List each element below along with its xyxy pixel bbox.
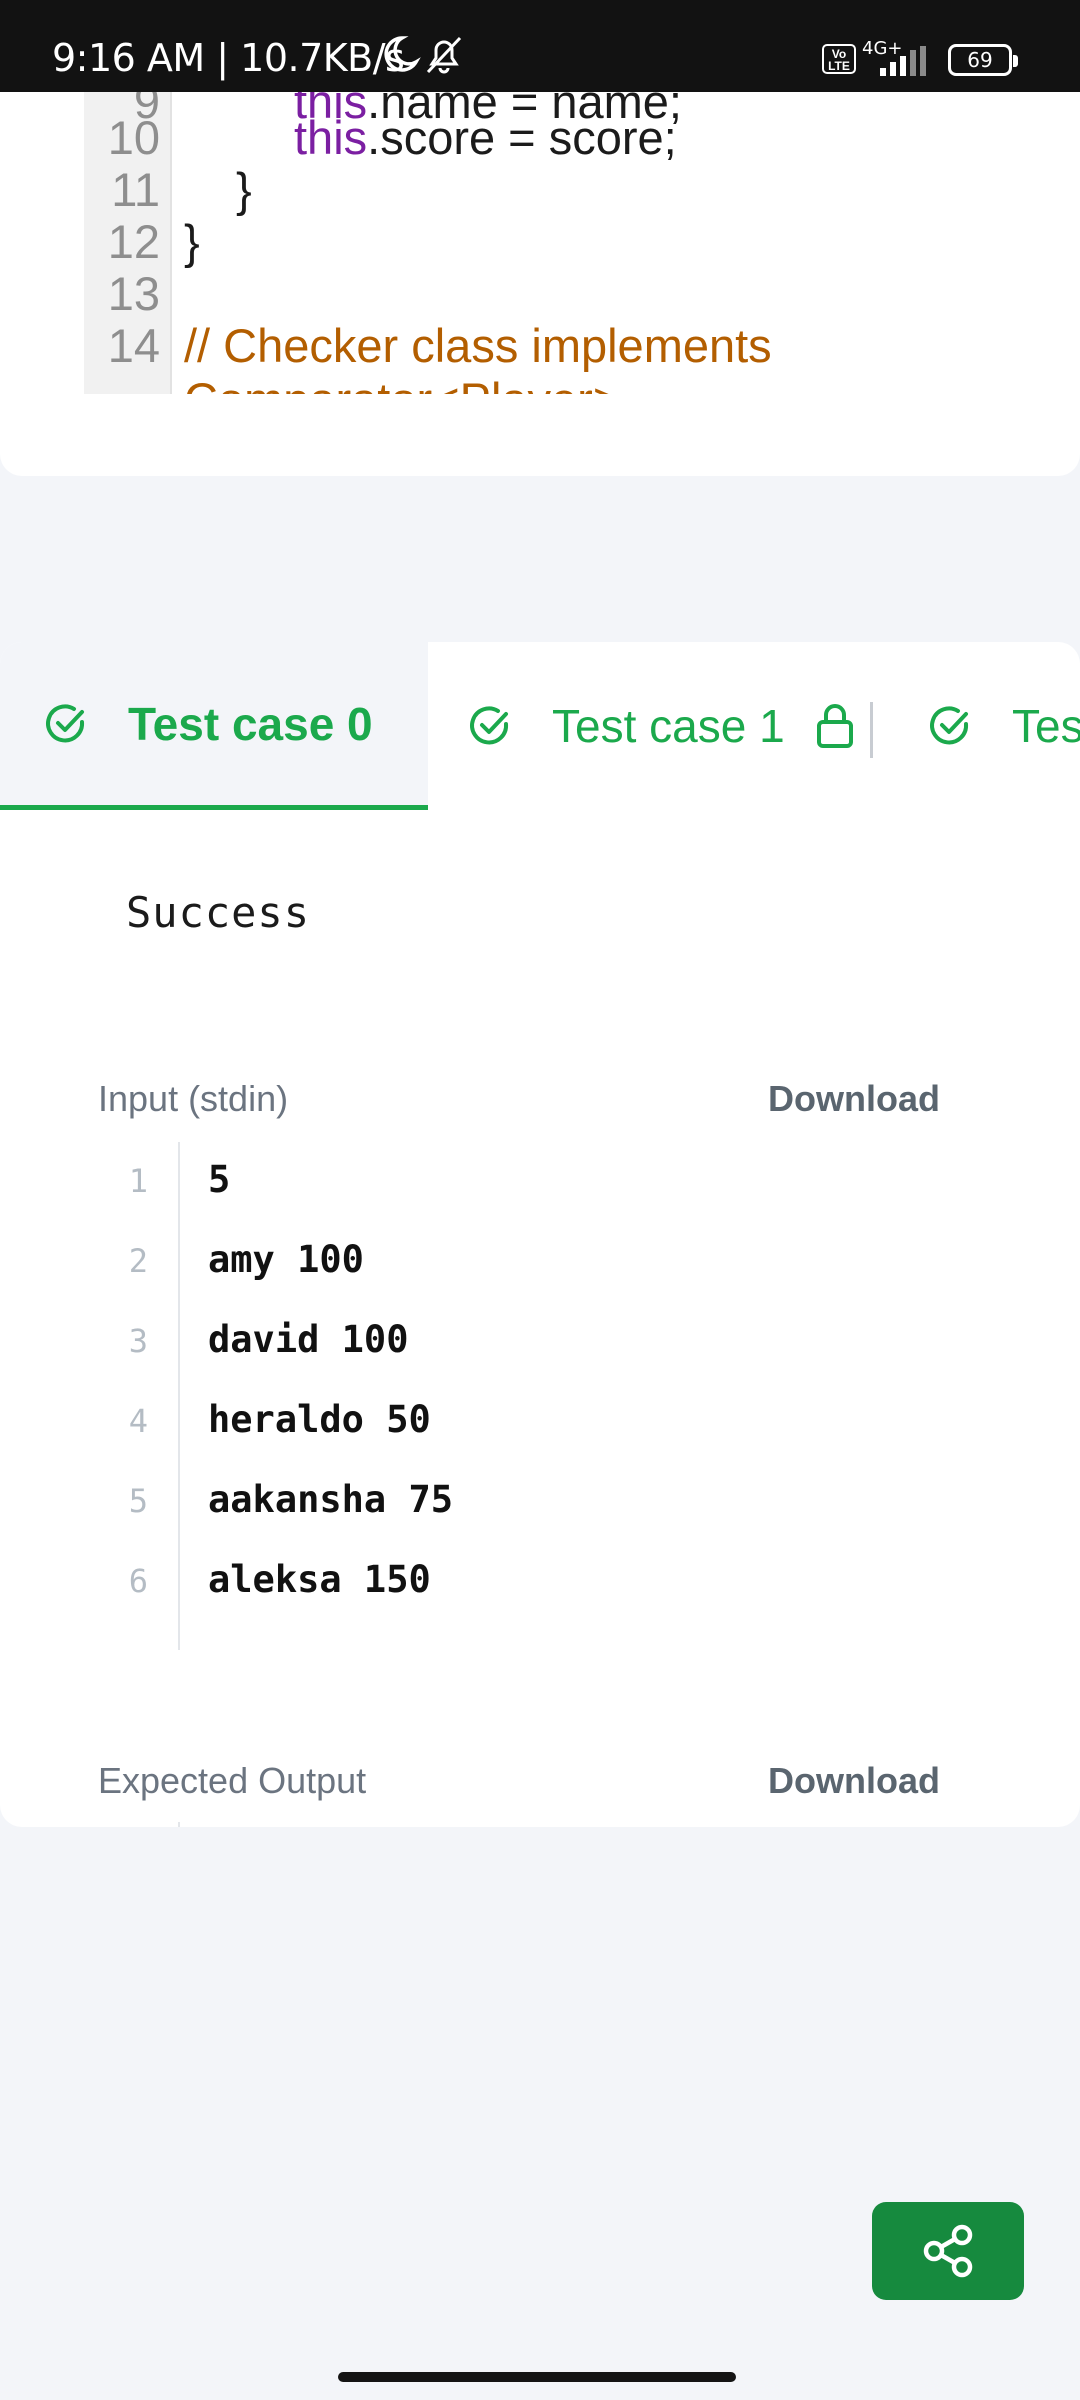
stdin-line-number: 2 [128, 1242, 148, 1280]
lock-icon [816, 704, 853, 748]
stdin-line-value: amy 100 [208, 1238, 364, 1281]
stdin-viewer: 1 5 2 amy 100 3 david 100 4 heraldo 50 5… [98, 1142, 998, 1650]
stdin-line-value: heraldo 50 [208, 1398, 431, 1441]
stdin-line-value: david 100 [208, 1318, 409, 1361]
stdin-line-value: 5 [208, 1158, 231, 1201]
status-bar: 9:16 AM | 10.7KB/s Vo LTE 4G+ 69 [0, 0, 1080, 92]
tab-test-case-2[interactable]: Test [888, 642, 1080, 810]
stdin-line-value: aakansha 75 [208, 1478, 454, 1521]
signal-icon [880, 46, 926, 76]
bell-off-icon [426, 36, 462, 74]
expected-output-label: Expected Output [98, 1760, 367, 1801]
line-number: 10 [107, 111, 160, 164]
test-results-card: Test case 0 Test case 1 Test Success Inp… [0, 642, 1080, 1827]
stdin-line-number: 3 [128, 1322, 148, 1360]
stdin-line: 3 david 100 [98, 1302, 998, 1382]
stdin-line: 1 5 [98, 1142, 998, 1222]
volte-icon: Vo LTE [822, 44, 856, 74]
stdin-line: 2 amy 100 [98, 1222, 998, 1302]
share-button[interactable] [872, 2202, 1024, 2300]
stdin-line-number: 4 [128, 1402, 148, 1440]
code-line: 14 // Checker class implements [84, 318, 1080, 372]
code-line: 12 } [84, 214, 1080, 268]
share-icon [923, 2224, 973, 2278]
status-time: 9:16 AM | 10.7KB/s [52, 36, 405, 80]
code-comment: // Checker class implements [184, 319, 772, 372]
test-case-tabs: Test case 0 Test case 1 Test [0, 642, 1080, 810]
battery-icon: 69 [948, 44, 1018, 76]
result-status: Success [126, 888, 311, 937]
line-number: 14 [107, 319, 160, 372]
line-number: 13 [107, 267, 160, 320]
stdin-line-number: 1 [128, 1162, 148, 1200]
tab-divider [870, 702, 873, 758]
check-circle-icon [930, 706, 969, 745]
tab-test-case-0[interactable]: Test case 0 [0, 642, 428, 810]
stdin-line: 6 aleksa 150 [98, 1542, 998, 1622]
check-circle-icon [46, 703, 85, 742]
code-text: } [236, 163, 252, 216]
download-input-button[interactable]: Download [768, 1078, 940, 1120]
status-icons [378, 34, 468, 79]
code-line: 10 this.score = score; [84, 110, 1080, 164]
expected-divider [178, 1822, 180, 1827]
code-line: 11 } [84, 162, 1080, 216]
check-circle-icon [470, 706, 509, 745]
tab-label: Test case 0 [128, 697, 373, 750]
tab-label: Test [1012, 700, 1080, 752]
code-editor[interactable]: 9 this.name = name; 10 this.score = scor… [0, 92, 1080, 476]
code-text: } [184, 215, 200, 268]
home-indicator[interactable] [338, 2372, 736, 2382]
code-text: this.score = score; [294, 111, 677, 164]
code-line: Comparator<Player> [84, 372, 1080, 394]
stdin-line: 5 aakansha 75 [98, 1462, 998, 1542]
tab-label: Test case 1 [552, 700, 785, 752]
tab-test-case-1[interactable]: Test case 1 [428, 642, 888, 810]
moon-icon [384, 36, 462, 74]
stdin-line-number: 5 [128, 1482, 148, 1520]
download-expected-button[interactable]: Download [768, 1760, 940, 1802]
stdin-line-value: aleksa 150 [208, 1558, 431, 1601]
stdin-line-number: 6 [128, 1562, 148, 1600]
stdin-line: 4 heraldo 50 [98, 1382, 998, 1462]
line-number: 11 [111, 163, 160, 216]
code-comment: Comparator<Player> [184, 372, 620, 394]
line-number: 12 [107, 215, 160, 268]
input-label: Input (stdin) [98, 1078, 289, 1119]
code-line: 13 [84, 266, 1080, 320]
